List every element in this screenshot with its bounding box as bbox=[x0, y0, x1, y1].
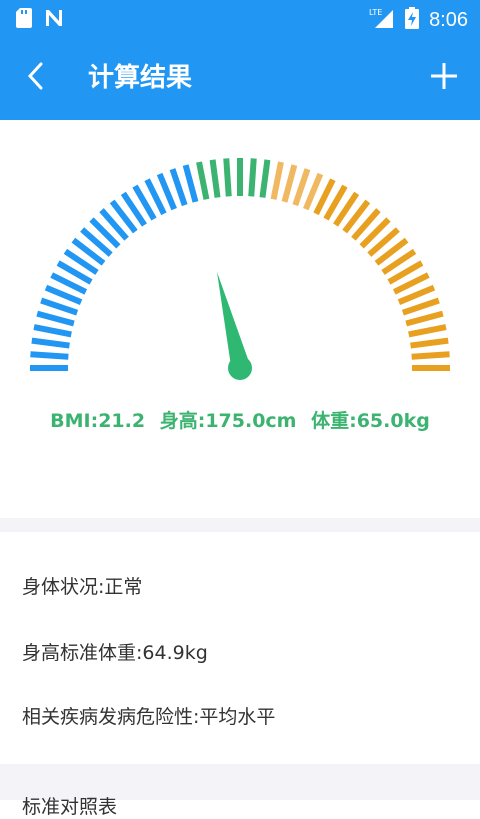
battery-charging-icon bbox=[405, 7, 420, 33]
sd-card-icon bbox=[16, 8, 32, 32]
gauge-tick bbox=[40, 297, 79, 316]
add-button[interactable] bbox=[424, 58, 464, 98]
gauge-tick bbox=[30, 351, 69, 360]
gauge-tick bbox=[408, 324, 447, 338]
app-bar: 计算结果 bbox=[0, 36, 480, 120]
bmi-value: BMI:21.2 bbox=[50, 410, 146, 432]
chevron-left-icon bbox=[27, 62, 45, 94]
back-button[interactable] bbox=[16, 58, 56, 98]
disease-risk: 相关疾病发病危险性:平均水平 bbox=[22, 706, 276, 728]
gauge-tick bbox=[259, 159, 271, 198]
gauge-tick bbox=[405, 310, 444, 327]
gauge-tick bbox=[196, 161, 210, 200]
gauge-tick bbox=[292, 168, 311, 207]
lte-signal-icon: LTE bbox=[369, 6, 395, 34]
reference-section: 标准对照表 bbox=[0, 764, 480, 818]
svg-text:LTE: LTE bbox=[369, 8, 382, 17]
info-card: 身体状况:正常 身高标准体重:64.9kg 相关疾病发病危险性:平均水平 bbox=[0, 532, 480, 764]
gauge-tick bbox=[223, 158, 232, 197]
gauge-tick bbox=[182, 164, 199, 203]
page-title: 计算结果 bbox=[88, 63, 193, 93]
gauge-tick bbox=[411, 351, 450, 360]
gauge-needle bbox=[217, 272, 252, 380]
section-divider bbox=[0, 518, 480, 532]
weight-value: 体重:65.0kg bbox=[311, 410, 430, 432]
gauge-tick bbox=[209, 159, 221, 198]
gauge-tick bbox=[36, 310, 75, 327]
gauge-tick bbox=[410, 337, 449, 349]
bmi-summary: BMI:21.2 身高:175.0cm 体重:65.0kg bbox=[0, 406, 480, 433]
gauge-tick bbox=[270, 161, 284, 200]
n-notification-icon bbox=[44, 8, 64, 32]
standard-weight: 身高标准体重:64.9kg bbox=[22, 642, 208, 664]
height-value: 身高:175.0cm bbox=[159, 410, 297, 432]
body-status: 身体状况:正常 bbox=[22, 576, 143, 598]
gauge-tick bbox=[281, 164, 298, 203]
status-time: 8:06 bbox=[429, 9, 468, 31]
gauge-tick bbox=[401, 297, 440, 316]
gauge-tick bbox=[33, 324, 72, 338]
gauge-dial bbox=[30, 158, 450, 380]
bmi-gauge: BMI:21.2 身高:175.0cm 体重:65.0kg bbox=[0, 120, 480, 518]
gauge-tick bbox=[31, 337, 70, 349]
gauge-tick bbox=[248, 158, 257, 197]
section-title: 标准对照表 bbox=[22, 796, 118, 818]
plus-icon bbox=[430, 62, 458, 94]
status-bar: LTE 8:06 bbox=[0, 0, 480, 36]
gauge-tick bbox=[169, 168, 188, 207]
